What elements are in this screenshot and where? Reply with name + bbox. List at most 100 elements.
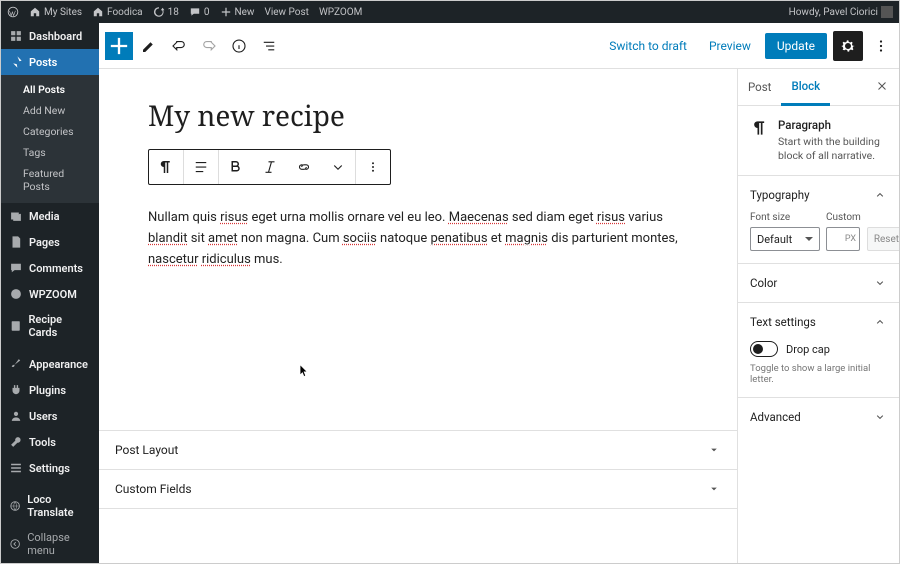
menu-users[interactable]: Users — [1, 403, 99, 429]
admin-bar: My Sites Foodica 18 0 New View Post WPZO… — [1, 1, 899, 23]
settings-button[interactable] — [833, 31, 863, 61]
panel-typography: Typography Font size Default Custom PX R… — [738, 176, 899, 264]
post-title[interactable]: My new recipe — [148, 97, 688, 135]
bold-button[interactable] — [219, 150, 253, 184]
link-icon — [295, 158, 313, 176]
editor-canvas[interactable]: My new recipe — [99, 69, 737, 563]
sliders-icon — [9, 461, 23, 475]
media-icon — [9, 209, 23, 223]
dashboard-icon — [9, 29, 23, 43]
comment-icon — [189, 6, 201, 18]
undo-button[interactable] — [165, 32, 193, 60]
submenu-add-new[interactable]: Add New — [1, 100, 99, 121]
outline-button[interactable] — [255, 32, 283, 60]
menu-settings[interactable]: Settings — [1, 455, 99, 481]
panel-color: Color — [738, 264, 899, 303]
submenu-all-posts[interactable]: All Posts — [1, 79, 99, 100]
home-icon — [92, 6, 104, 18]
panel-advanced-toggle[interactable]: Advanced — [750, 410, 887, 424]
chevron-up-icon — [873, 315, 887, 329]
my-sites-link[interactable]: My Sites — [29, 6, 82, 18]
edit-mode-button[interactable] — [135, 32, 163, 60]
caret-down-icon — [707, 482, 721, 496]
comments-link[interactable]: 0 — [189, 6, 210, 18]
menu-wpzoom[interactable]: WPZOOM — [1, 281, 99, 307]
panel-block-info: Paragraph Start with the building block … — [738, 106, 899, 176]
panel-typography-toggle[interactable]: Typography — [750, 188, 887, 202]
admin-menu: Dashboard Posts All Posts Add New Catego… — [1, 23, 99, 563]
block-inspector: Post Block Paragraph Start with the buil… — [737, 69, 899, 563]
switch-to-draft-button[interactable]: Switch to draft — [601, 33, 695, 59]
refresh-icon — [153, 6, 165, 18]
submenu-categories[interactable]: Categories — [1, 121, 99, 142]
list-icon — [260, 37, 278, 55]
block-name: Paragraph — [778, 118, 887, 132]
menu-tools[interactable]: Tools — [1, 429, 99, 455]
menu-dashboard[interactable]: Dashboard — [1, 23, 99, 49]
comment-icon — [9, 261, 23, 275]
drop-cap-label: Drop cap — [786, 343, 830, 356]
close-inspector-button[interactable] — [865, 73, 899, 102]
redo-icon — [200, 37, 218, 55]
new-link[interactable]: New — [220, 6, 255, 18]
paragraph-block[interactable]: Nullam quis risus eget urna mollis ornar… — [148, 208, 688, 270]
tab-block[interactable]: Block — [781, 69, 830, 106]
font-size-label: Font size — [750, 212, 820, 223]
reset-font-size-button[interactable]: Reset — [867, 227, 899, 251]
updates-link[interactable]: 18 — [153, 6, 179, 18]
chevron-down-icon — [873, 410, 887, 424]
block-toolbar — [148, 149, 391, 185]
more-rich-text-button[interactable] — [321, 150, 355, 184]
menu-loco[interactable]: Loco Translate — [1, 487, 99, 525]
info-icon — [230, 37, 248, 55]
howdy-link[interactable]: Howdy, Pavel Ciorici — [789, 6, 893, 18]
pencil-icon — [140, 37, 158, 55]
user-icon — [9, 409, 23, 423]
redo-button[interactable] — [195, 32, 223, 60]
menu-collapse[interactable]: Collapse menu — [1, 525, 99, 563]
recipe-icon — [9, 319, 22, 333]
preview-button[interactable]: Preview — [701, 33, 759, 59]
menu-media[interactable]: Media — [1, 203, 99, 229]
block-type-button[interactable] — [149, 150, 183, 184]
menu-pages[interactable]: Pages — [1, 229, 99, 255]
gear-icon — [839, 37, 857, 55]
tab-post[interactable]: Post — [738, 70, 781, 104]
block-options-button[interactable] — [356, 150, 390, 184]
drop-cap-toggle[interactable] — [750, 341, 778, 357]
site-name-link[interactable]: Foodica — [92, 6, 143, 18]
panel-text-settings: Text settings Drop cap Toggle to show a … — [738, 303, 899, 398]
wpzoom-link[interactable]: WPZOOM — [319, 7, 362, 18]
custom-font-size-input[interactable]: PX — [826, 227, 860, 251]
add-block-button[interactable] — [105, 32, 133, 60]
translate-icon — [9, 499, 21, 513]
metabox-post-layout[interactable]: Post Layout — [99, 431, 737, 470]
italic-button[interactable] — [253, 150, 287, 184]
panel-text-settings-toggle[interactable]: Text settings — [750, 315, 887, 329]
wordpress-logo-icon[interactable] — [7, 6, 19, 18]
details-button[interactable] — [225, 32, 253, 60]
menu-plugins[interactable]: Plugins — [1, 377, 99, 403]
align-button[interactable] — [184, 150, 218, 184]
bold-icon — [227, 158, 245, 176]
submenu-featured-posts[interactable]: Featured Posts — [1, 163, 99, 197]
update-button[interactable]: Update — [765, 33, 827, 59]
submenu-tags[interactable]: Tags — [1, 142, 99, 163]
menu-appearance[interactable]: Appearance — [1, 351, 99, 377]
metabox-custom-fields[interactable]: Custom Fields — [99, 470, 737, 509]
caret-down-icon — [707, 443, 721, 457]
kebab-icon — [872, 37, 890, 55]
wrench-icon — [9, 435, 23, 449]
italic-icon — [261, 158, 279, 176]
chevron-down-icon — [329, 158, 347, 176]
options-button[interactable] — [869, 31, 893, 61]
undo-icon — [170, 37, 188, 55]
panel-color-toggle[interactable]: Color — [750, 276, 887, 290]
pin-icon — [9, 55, 23, 69]
menu-comments[interactable]: Comments — [1, 255, 99, 281]
menu-posts[interactable]: Posts — [1, 49, 99, 75]
menu-recipe-cards[interactable]: Recipe Cards — [1, 307, 99, 345]
font-size-select[interactable]: Default — [750, 227, 820, 251]
link-button[interactable] — [287, 150, 321, 184]
view-post-link[interactable]: View Post — [264, 7, 308, 18]
